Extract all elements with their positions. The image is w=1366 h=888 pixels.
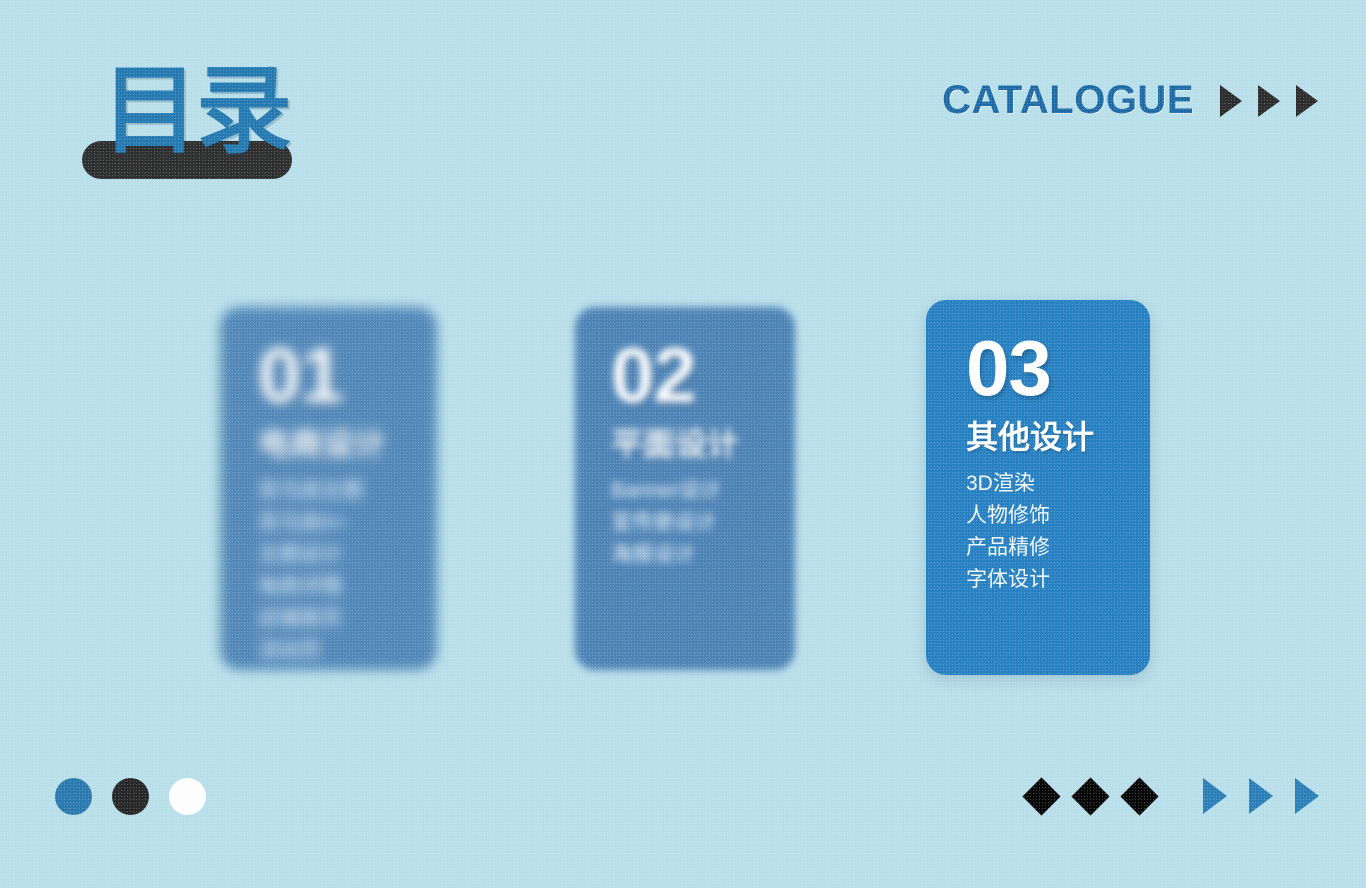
list-item: 亚马逊主图 — [258, 479, 363, 502]
page-title: 目录 — [82, 60, 412, 185]
circle-filled-white-icon — [169, 778, 206, 815]
list-item: 亚马逊A+ — [258, 511, 348, 534]
list-item: 主图设计 — [258, 543, 342, 566]
catalog-card-02[interactable]: 02 平面设计 Banner设计 宣传册设计 海报设计 — [575, 307, 795, 670]
list-item: 店铺首页 — [258, 607, 342, 630]
list-item: 产品精修 — [966, 536, 1050, 559]
card-number: 01 — [258, 331, 344, 419]
card-heading: 其他设计 — [966, 419, 1095, 455]
circle-filled-dark-icon — [112, 778, 149, 815]
card-heading: 平面设计 — [611, 426, 740, 462]
list-item: 字体设计 — [966, 568, 1050, 591]
catalogue-label: CATALOGUE — [942, 78, 1194, 122]
catalog-card-03[interactable]: 03 其他设计 3D渲染 人物修饰 产品精修 字体设计 — [926, 300, 1150, 675]
card-item-list: 亚马逊主图 亚马逊A+ 主图设计 电商详情 店铺首页 活动页 — [258, 475, 437, 667]
list-item: Banner设计 — [611, 479, 721, 502]
diamond-icon — [1120, 776, 1159, 816]
title-text: 目录 — [102, 58, 292, 165]
diamond-icon — [1022, 776, 1061, 816]
card-heading: 电商设计 — [258, 426, 387, 462]
header-arrow-group — [1220, 84, 1318, 117]
list-item: 海报设计 — [611, 543, 695, 566]
list-item: 活动页 — [258, 639, 321, 662]
catalog-card-01[interactable]: 01 电商设计 亚马逊主图 亚马逊A+ 主图设计 电商详情 店铺首页 活动页 — [220, 307, 437, 670]
footer-shape-group — [1022, 776, 1319, 816]
triangle-right-icon — [1258, 84, 1280, 117]
triangle-right-icon — [1220, 84, 1242, 117]
triangle-right-icon — [1295, 778, 1319, 814]
circle-filled-blue-icon — [55, 778, 92, 815]
slide-canvas: 目录 CATALOGUE 01 电商设计 亚马逊主图 亚马逊A+ 主图设计 电商… — [0, 0, 1366, 888]
diamond-icon — [1071, 776, 1110, 816]
card-item-list: Banner设计 宣传册设计 海报设计 — [611, 475, 795, 571]
list-item: 3D渲染 — [966, 472, 1035, 495]
triangle-right-icon — [1203, 778, 1227, 814]
triangle-right-icon — [1249, 778, 1273, 814]
catalogue-header: CATALOGUE — [942, 78, 1318, 123]
triangle-right-icon — [1296, 84, 1318, 117]
card-number: 02 — [611, 331, 697, 419]
card-number: 03 — [966, 324, 1052, 412]
list-item: 宣传册设计 — [611, 511, 716, 534]
list-item: 人物修饰 — [966, 504, 1050, 527]
footer-dot-group — [55, 778, 206, 815]
list-item: 电商详情 — [258, 575, 342, 598]
card-item-list: 3D渲染 人物修饰 产品精修 字体设计 — [966, 468, 1150, 596]
shape-group-divider — [1175, 796, 1181, 797]
